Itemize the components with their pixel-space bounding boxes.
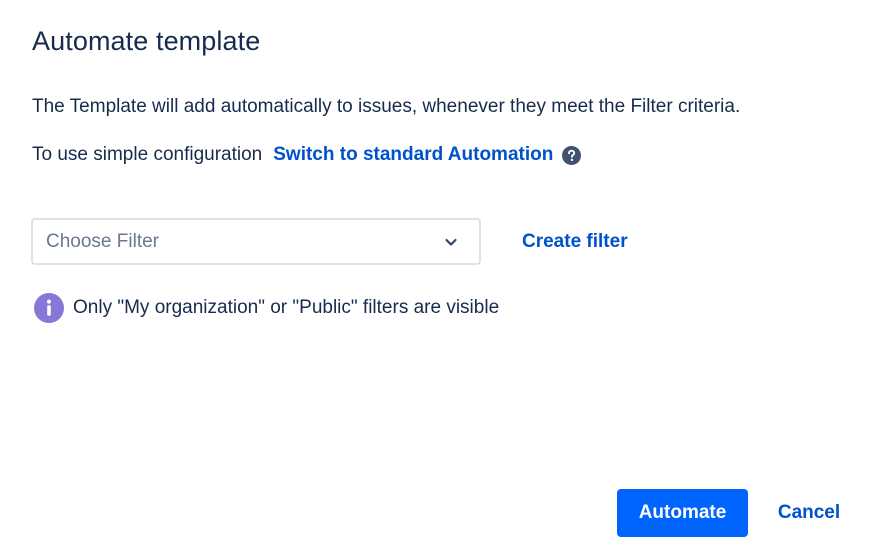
- info-message: Only "My organization" or "Public" filte…: [34, 293, 499, 323]
- simple-configuration-text: To use simple configuration: [32, 144, 263, 165]
- cancel-button[interactable]: Cancel: [760, 489, 858, 537]
- dialog-description: The Template will add automatically to i…: [32, 96, 741, 117]
- dialog-title: Automate template: [32, 26, 261, 56]
- info-text: Only "My organization" or "Public" filte…: [73, 297, 500, 318]
- automate-button[interactable]: Automate: [617, 489, 748, 537]
- automate-template-dialog: Automate template The Template will add …: [0, 0, 889, 556]
- choose-filter-placeholder: Choose Filter: [46, 230, 159, 252]
- choose-filter-select[interactable]: Choose Filter: [31, 218, 481, 265]
- info-icon: [34, 293, 64, 323]
- create-filter-link[interactable]: Create filter: [522, 231, 628, 253]
- switch-to-standard-automation-link[interactable]: Switch to standard Automation: [273, 144, 553, 166]
- simple-configuration-row: To use simple configuration Switch to st…: [32, 144, 582, 166]
- question-circle-icon[interactable]: [562, 145, 582, 165]
- chevron-down-icon: [443, 234, 459, 250]
